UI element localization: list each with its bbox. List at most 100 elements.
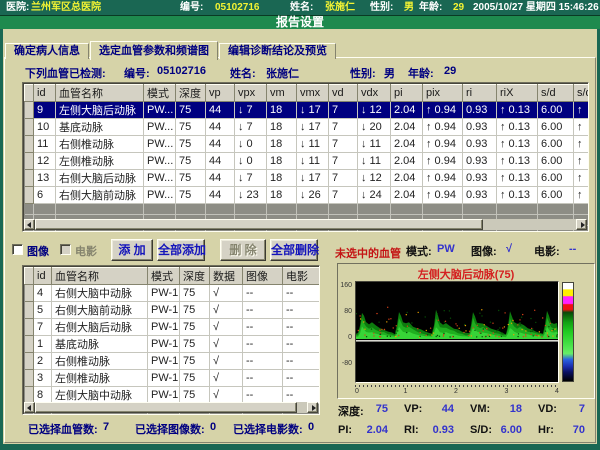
x-axis-tick-label: 2 <box>454 388 458 395</box>
scroll-left-button[interactable] <box>24 402 35 413</box>
tab-label: 选定血管参数和频谱图 <box>99 45 209 57</box>
cell: 2 <box>34 353 52 370</box>
row-selector[interactable] <box>25 187 34 204</box>
row-selector[interactable] <box>25 153 34 170</box>
cell: PW... <box>144 102 176 119</box>
column-header[interactable]: 电影 <box>283 268 321 285</box>
column-header[interactable]: 血管名称 <box>56 85 144 102</box>
column-header[interactable]: 深度 <box>180 268 210 285</box>
scroll-thumb[interactable] <box>35 402 297 413</box>
cell: 18 <box>267 136 297 153</box>
row-selector[interactable] <box>25 136 34 153</box>
row-selector[interactable] <box>25 353 34 370</box>
column-header[interactable]: 血管名称 <box>52 268 148 285</box>
column-header[interactable]: vd <box>329 85 358 102</box>
x-axis-tick-label: 3 <box>505 388 509 395</box>
column-header[interactable]: pix <box>423 85 463 102</box>
row-selector[interactable] <box>25 119 34 136</box>
column-header[interactable]: 模式 <box>148 268 180 285</box>
column-header[interactable]: riX <box>497 85 538 102</box>
table-row[interactable]: 2右侧椎动脉PW-175√---- <box>25 353 321 370</box>
column-header[interactable]: 深度 <box>176 85 206 102</box>
row-selector[interactable] <box>25 102 34 119</box>
cell: 0.93 <box>463 187 497 204</box>
scroll-thumb[interactable] <box>35 219 483 230</box>
column-header[interactable]: 图像 <box>243 268 283 285</box>
scroll-right-button[interactable] <box>307 402 318 413</box>
cell: -- <box>283 319 321 336</box>
cell: 基底动脉 <box>52 336 148 353</box>
image-checkbox[interactable] <box>12 244 23 255</box>
column-header[interactable]: vm <box>267 85 297 102</box>
table-row[interactable]: 11右侧椎动脉PW...7544↓ 018↓ 117↓ 112.04↑ 0.94… <box>25 136 590 153</box>
cell: 5 <box>34 302 52 319</box>
cell: ↑ 0.13 <box>497 136 538 153</box>
table-row[interactable]: 4右侧大脑中动脉PW-175√---- <box>25 285 321 302</box>
add-all-button[interactable]: 全部添加 <box>157 239 205 261</box>
column-header[interactable]: 数据 <box>210 268 243 285</box>
scroll-right-button[interactable] <box>576 219 587 230</box>
column-header[interactable]: pi <box>391 85 423 102</box>
table-row[interactable]: 6右侧大脑前动脉PW...7544↓ 2318↓ 267↓ 242.04↑ 0.… <box>25 187 590 204</box>
movie-status-label: 电影: <box>534 243 560 259</box>
cell: 13 <box>34 170 56 187</box>
column-header[interactable]: id <box>34 268 52 285</box>
page-title-bar: 报告设置 <box>0 15 600 29</box>
row-selector[interactable] <box>25 387 34 404</box>
cell: 0.93 <box>463 119 497 136</box>
table-row[interactable]: 8左侧大脑中动脉PW-175√---- <box>25 387 321 404</box>
table-row[interactable]: 10基底动脉PW...7544↓ 718↓ 177↓ 202.04↑ 0.940… <box>25 119 590 136</box>
hospital-value: 兰州军区总医院 <box>31 0 101 15</box>
patient-name-value: 张施仁 <box>325 0 355 15</box>
h-scrollbar[interactable] <box>24 402 318 413</box>
table-row[interactable]: 7右侧大脑后动脉PW-175√---- <box>25 319 321 336</box>
table-row[interactable]: 9左侧大脑后动脉PW...7544↓ 718↓ 177↓ 122.04↑ 0.9… <box>25 102 590 119</box>
cell: PW-1 <box>148 319 180 336</box>
cell: 18 <box>267 119 297 136</box>
column-header[interactable]: ri <box>463 85 497 102</box>
cell: 右侧大脑中动脉 <box>52 285 148 302</box>
detected-vessels-label: 下列血管已检测: <box>25 65 106 81</box>
column-header[interactable]: 模式 <box>144 85 176 102</box>
measure-value: 44 <box>442 403 454 419</box>
cell: √ <box>210 387 243 404</box>
movie-status-value: -- <box>569 243 576 255</box>
table-row[interactable]: 13右侧大脑后动脉PW...7544↓ 718↓ 177↓ 122.04↑ 0.… <box>25 170 590 187</box>
column-header[interactable]: s/dx <box>574 85 590 102</box>
column-header[interactable]: s/d <box>538 85 574 102</box>
column-header[interactable]: id <box>34 85 56 102</box>
row-selector[interactable] <box>25 302 34 319</box>
scroll-left-button[interactable] <box>24 219 35 230</box>
tab-vessel-params[interactable]: 选定血管参数和频谱图 <box>90 41 218 60</box>
delete-all-button[interactable]: 全部删除 <box>270 239 318 261</box>
tab-diagnosis-preview[interactable]: 编辑诊断结论及预览 <box>219 43 336 59</box>
cell: 9 <box>34 102 56 119</box>
row-selector[interactable] <box>25 285 34 302</box>
row-selector[interactable] <box>25 319 34 336</box>
movie-checkbox[interactable] <box>60 244 71 255</box>
column-header[interactable]: vdx <box>358 85 391 102</box>
selected-vessels-count: 7 <box>103 421 109 433</box>
table-row[interactable]: 5右侧大脑前动脉PW-175√---- <box>25 302 321 319</box>
add-button[interactable]: 添 加 <box>111 239 153 261</box>
table-row[interactable]: 3左侧椎动脉PW-175√---- <box>25 370 321 387</box>
column-header[interactable]: vp <box>206 85 235 102</box>
row-selector[interactable] <box>25 370 34 387</box>
spectrum-plot <box>355 281 559 383</box>
table-row[interactable]: 12左侧椎动脉PW...7544↓ 018↓ 117↓ 112.04↑ 0.94… <box>25 153 590 170</box>
cell: 75 <box>176 119 206 136</box>
cell: 6.00 <box>538 153 574 170</box>
unselected-vessels-label: 未选中的血管 <box>335 245 401 261</box>
measure-label: PI: <box>338 424 352 436</box>
column-header[interactable]: vpx <box>235 85 267 102</box>
column-header[interactable]: vmx <box>297 85 329 102</box>
tab-patient-info[interactable]: 确定病人信息 <box>5 43 89 59</box>
cell: PW-1 <box>148 387 180 404</box>
cell: ↓ 0 <box>235 153 267 170</box>
row-selector[interactable] <box>25 170 34 187</box>
row-selector[interactable] <box>25 336 34 353</box>
image-status-label: 图像: <box>471 243 497 259</box>
h-scrollbar[interactable] <box>24 219 587 230</box>
table-row[interactable]: 1基底动脉PW-175√---- <box>25 336 321 353</box>
delete-button[interactable]: 删 除 <box>220 239 266 261</box>
